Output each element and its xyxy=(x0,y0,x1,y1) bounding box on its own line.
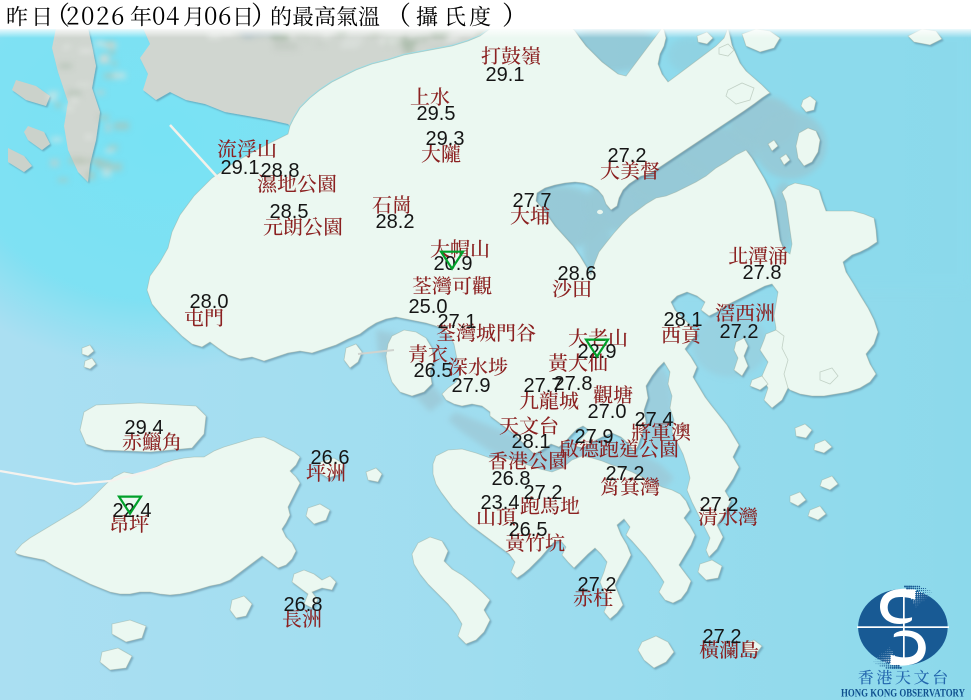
svg-text:27.2: 27.2 xyxy=(524,482,563,504)
svg-text:23.4: 23.4 xyxy=(481,492,520,514)
svg-text:27.2: 27.2 xyxy=(703,626,742,648)
svg-text:28.8: 28.8 xyxy=(261,160,300,182)
svg-text:27.2: 27.2 xyxy=(578,574,617,596)
svg-text:27.7: 27.7 xyxy=(524,375,563,397)
svg-text:27.4: 27.4 xyxy=(635,409,674,431)
svg-text:28.0: 28.0 xyxy=(190,291,229,313)
svg-text:27.2: 27.2 xyxy=(606,463,645,485)
svg-text:22.9: 22.9 xyxy=(578,341,617,363)
svg-text:27.9: 27.9 xyxy=(575,426,614,448)
svg-text:28.2: 28.2 xyxy=(376,211,415,233)
svg-text:29.4: 29.4 xyxy=(125,417,164,439)
svg-text:27.1: 27.1 xyxy=(438,311,477,333)
svg-text:29.5: 29.5 xyxy=(417,103,456,125)
svg-text:20.9: 20.9 xyxy=(434,253,473,275)
svg-text:27.7: 27.7 xyxy=(513,190,552,212)
svg-text:HONG KONG OBSERVATORY: HONG KONG OBSERVATORY xyxy=(841,688,965,700)
svg-text:26.6: 26.6 xyxy=(311,447,350,469)
svg-text:27.8: 27.8 xyxy=(743,262,782,284)
svg-text:28.5: 28.5 xyxy=(270,201,309,223)
svg-text:29.1: 29.1 xyxy=(486,64,525,86)
svg-text:26.5: 26.5 xyxy=(509,519,548,541)
svg-text:27.9: 27.9 xyxy=(452,375,491,397)
svg-text:26.5: 26.5 xyxy=(414,360,453,382)
svg-text:27.2: 27.2 xyxy=(700,494,739,516)
svg-text:27.0: 27.0 xyxy=(588,401,627,423)
svg-text:28.6: 28.6 xyxy=(558,263,597,285)
svg-text:28.1: 28.1 xyxy=(512,431,551,453)
svg-text:29.1: 29.1 xyxy=(221,157,260,179)
svg-text:29.3: 29.3 xyxy=(426,128,465,150)
svg-text:27.2: 27.2 xyxy=(720,321,759,343)
svg-text:27.2: 27.2 xyxy=(608,145,647,167)
svg-text:26.8: 26.8 xyxy=(284,594,323,616)
svg-text:28.1: 28.1 xyxy=(664,309,703,331)
